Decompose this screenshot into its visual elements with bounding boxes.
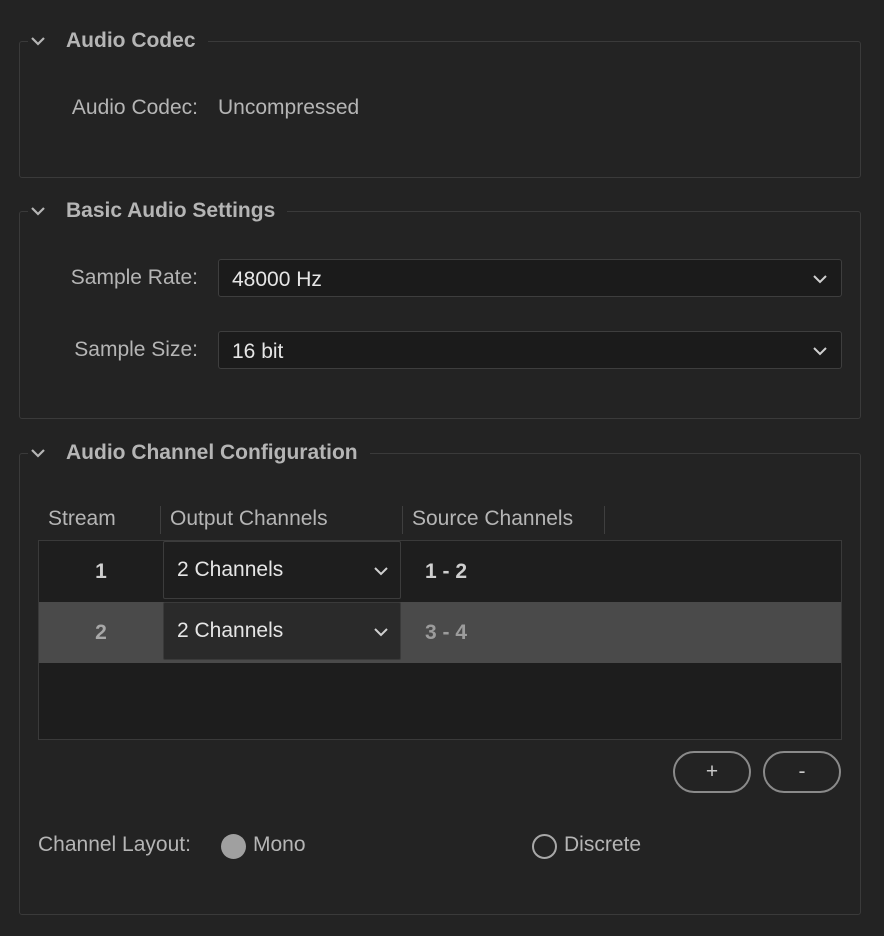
stream-number: 1 bbox=[95, 560, 107, 583]
column-header-stream[interactable]: Stream bbox=[48, 507, 116, 531]
mono-radio[interactable] bbox=[221, 834, 246, 859]
section-title: Basic Audio Settings bbox=[66, 199, 276, 222]
table-row[interactable]: 2 2 Channels 3 - 4 bbox=[39, 602, 841, 663]
discrete-label[interactable]: Discrete bbox=[564, 833, 641, 857]
output-channels-dropdown[interactable]: 2 Channels bbox=[163, 541, 401, 599]
output-channels-dropdown[interactable]: 2 Channels bbox=[163, 602, 401, 660]
sample-size-value: 16 bit bbox=[232, 340, 284, 363]
column-divider[interactable] bbox=[160, 506, 161, 534]
source-channels-value: 1 - 2 bbox=[425, 560, 468, 583]
audio-codec-value: Uncompressed bbox=[218, 96, 360, 119]
sample-size-dropdown[interactable]: 16 bit bbox=[218, 331, 842, 369]
section-title: Audio Channel Configuration bbox=[66, 441, 358, 464]
channel-layout-label: Channel Layout: bbox=[38, 833, 191, 856]
sample-rate-value: 48000 Hz bbox=[232, 268, 322, 291]
chevron-down-icon[interactable] bbox=[28, 201, 48, 221]
basic-audio-header[interactable]: Basic Audio Settings bbox=[28, 199, 288, 223]
audio-codec-header[interactable]: Audio Codec bbox=[28, 29, 208, 53]
chevron-down-icon[interactable] bbox=[28, 443, 48, 463]
chevron-down-icon[interactable] bbox=[28, 31, 48, 51]
source-channels-value: 3 - 4 bbox=[425, 621, 468, 644]
discrete-radio[interactable] bbox=[532, 834, 557, 859]
audio-codec-label: Audio Codec: bbox=[71, 96, 198, 119]
channel-config-header[interactable]: Audio Channel Configuration bbox=[28, 441, 370, 465]
sample-size-label: Sample Size: bbox=[74, 338, 198, 361]
basic-audio-section bbox=[19, 211, 861, 419]
sample-rate-dropdown[interactable]: 48000 Hz bbox=[218, 259, 842, 297]
chevron-down-icon bbox=[374, 567, 388, 576]
table-row[interactable]: 1 2 Channels 1 - 2 bbox=[39, 541, 841, 602]
column-header-output-channels[interactable]: Output Channels bbox=[170, 507, 328, 531]
mono-label[interactable]: Mono bbox=[253, 833, 306, 857]
sample-rate-label: Sample Rate: bbox=[70, 266, 198, 289]
chevron-down-icon bbox=[813, 275, 827, 284]
chevron-down-icon bbox=[813, 347, 827, 356]
column-header-source-channels[interactable]: Source Channels bbox=[412, 507, 573, 531]
chevron-down-icon bbox=[374, 628, 388, 637]
column-divider[interactable] bbox=[402, 506, 403, 534]
remove-stream-button[interactable]: - bbox=[763, 751, 841, 793]
stream-number: 2 bbox=[95, 621, 107, 644]
column-divider[interactable] bbox=[604, 506, 605, 534]
section-title: Audio Codec bbox=[66, 29, 196, 52]
add-stream-button[interactable]: + bbox=[673, 751, 751, 793]
output-channels-value: 2 Channels bbox=[177, 558, 284, 581]
output-channels-value: 2 Channels bbox=[177, 619, 284, 642]
channel-table: 1 2 Channels 1 - 2 2 2 Channels 3 - 4 bbox=[38, 540, 842, 740]
